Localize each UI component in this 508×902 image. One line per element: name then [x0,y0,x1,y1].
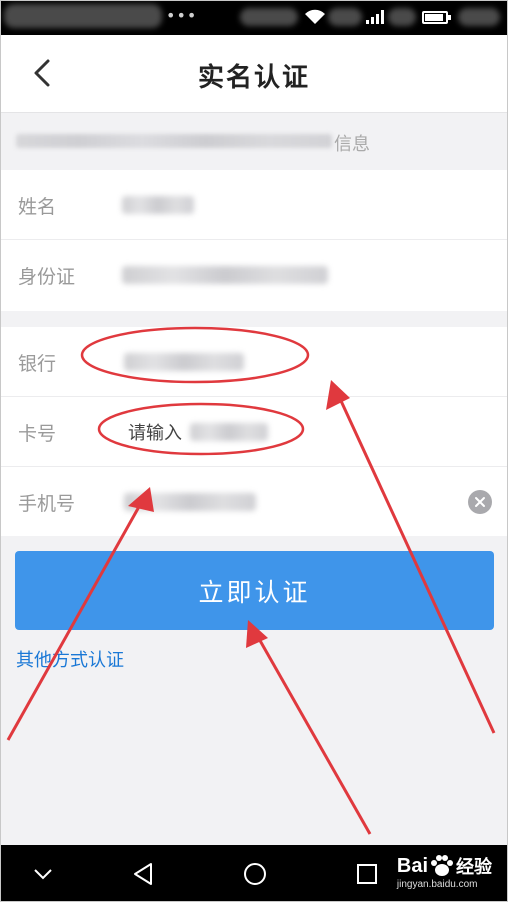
card-number-input[interactable]: 请输入 [128,419,182,445]
id-value [122,266,328,284]
phone-row[interactable]: 手机号 [0,467,508,537]
name-row: 姓名 [0,170,508,240]
id-label: 身份证 [18,266,76,288]
wifi-icon [305,9,325,24]
blurred-signal [388,8,416,26]
battery-icon [422,11,451,24]
system-nav-bar: Bai 经验 jingyan.baidu.com [0,845,508,902]
bank-info-group: 银行 卡号 请输入 手机号 [0,327,508,536]
blurred-notifications [4,4,162,28]
other-methods-link[interactable]: 其他方式认证 [16,646,124,672]
blurred-time [458,8,500,26]
phone-label: 手机号 [18,493,76,515]
status-bar: ••• [0,0,508,35]
baidu-jingyan-watermark: Bai 经验 jingyan.baidu.com [396,853,492,891]
nav-back-icon [134,862,152,885]
group-divider [0,311,508,327]
signal-icon [366,10,384,24]
nav-recent-button[interactable] [352,845,382,902]
card-number-value [190,423,268,441]
bank-label: 银行 [18,353,57,375]
blurred-status [240,8,298,26]
watermark-brand-cn: 经验 [456,857,492,878]
personal-info-group: 姓名 身份证 [0,170,508,311]
name-value [122,196,194,214]
watermark-url: jingyan.baidu.com [396,879,478,890]
notice-bar: 信息 [0,113,508,170]
page-title: 实名认证 [197,63,310,93]
nav-home-icon [244,862,266,885]
bank-value[interactable] [124,353,244,371]
clear-icon [475,497,485,507]
blurred-notice-text [16,134,332,148]
nav-back-button[interactable] [126,845,160,902]
nav-collapse-icon [34,868,52,879]
clear-phone-button[interactable] [468,490,492,514]
paw-icon [431,855,453,876]
blurred-network [328,8,362,26]
card-row[interactable]: 卡号 请输入 [0,397,508,467]
arrow-to-button [252,629,372,835]
id-row: 身份证 [0,240,508,310]
notice-text: 信息 [334,134,370,155]
watermark-brand: Bai [396,854,428,877]
card-label: 卡号 [18,423,57,445]
app-header: 实名认证 [0,35,508,113]
phone-input[interactable] [124,493,256,511]
more-notifications-icon: ••• [166,6,198,25]
name-label: 姓名 [18,196,57,218]
verify-now-button[interactable]: 立即认证 [15,551,494,630]
nav-home-button[interactable] [238,845,272,902]
bank-row[interactable]: 银行 [0,327,508,397]
nav-recent-icon [357,863,377,884]
nav-collapse-button[interactable] [26,845,60,902]
